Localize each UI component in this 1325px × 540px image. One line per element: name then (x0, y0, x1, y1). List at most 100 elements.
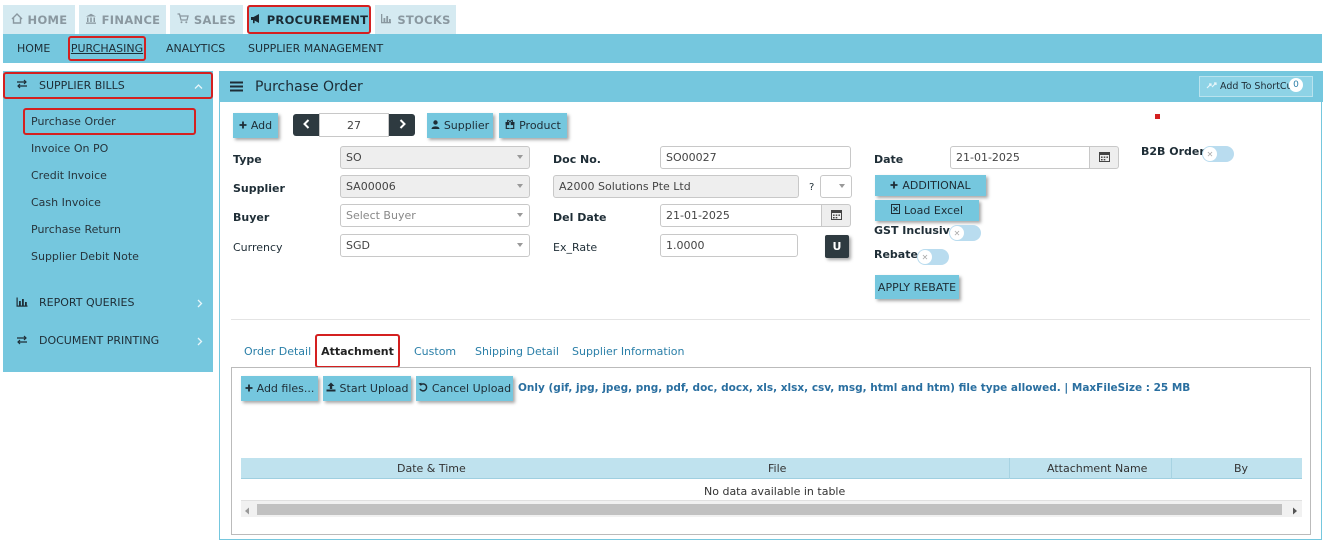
module-tab-label: PROCUREMENT (266, 12, 369, 27)
menu-icon[interactable] (230, 81, 243, 95)
panel-header: Purchase Order Add To ShortCut 0 (220, 71, 1323, 102)
attachment-panel: Add files... Start Upload Cancel Upload … (231, 367, 1311, 535)
subnav-home[interactable]: HOME (17, 34, 50, 63)
tab-attachment[interactable]: Attachment (315, 334, 400, 368)
sidebar-section-document-printing[interactable]: DOCUMENT PRINTING (3, 327, 213, 354)
user-icon (431, 119, 440, 132)
main-panel: Purchase Order Add To ShortCut 0 Add 27 … (219, 71, 1323, 540)
column-header[interactable]: File (768, 462, 786, 475)
calendar-icon (1098, 151, 1110, 165)
supplier-option-select[interactable] (820, 175, 852, 198)
docno-input[interactable]: SO00027 (660, 146, 851, 169)
deldate-input[interactable]: 21-01-2025 (660, 204, 822, 227)
sidebar-section-supplier-bills[interactable]: SUPPLIER BILLS (3, 72, 213, 99)
update-rate-button[interactable]: U (825, 235, 849, 258)
close-icon: ✕ (950, 226, 964, 240)
scroll-right-icon[interactable] (1292, 505, 1298, 518)
sidebar: SUPPLIER BILLS Purchase Order Invoice On… (3, 71, 213, 372)
apply-rebate-button[interactable]: APPLY REBATE (875, 275, 959, 299)
chevron-right-icon (399, 118, 406, 132)
close-icon: ✕ (918, 250, 932, 264)
caret-down-icon (517, 243, 523, 247)
sidebar-item-label: Purchase Order (31, 115, 116, 128)
date-calendar-button[interactable] (1089, 146, 1119, 169)
currency-select[interactable]: SGD (340, 234, 530, 257)
horizontal-scrollbar[interactable] (241, 500, 1302, 517)
chevron-up-icon (194, 80, 203, 93)
supplier-button[interactable]: Supplier (427, 113, 493, 138)
load-excel-button-label: Load Excel (903, 204, 964, 217)
bar-chart-icon (16, 297, 28, 310)
product-button[interactable]: Product (499, 113, 567, 138)
column-header[interactable]: By (1234, 462, 1248, 475)
subnav-supplier-management[interactable]: SUPPLIER MANAGEMENT (248, 34, 383, 63)
page-title: Purchase Order (255, 79, 363, 95)
gift-icon (505, 119, 515, 132)
date-input[interactable]: 21-01-2025 (950, 146, 1090, 169)
add-files-label: Add files... (256, 382, 315, 395)
supplier-select[interactable]: SA00006 (340, 175, 530, 198)
rebate-toggle[interactable]: ✕ (917, 249, 949, 265)
plus-icon (890, 179, 898, 192)
cancel-upload-label: Cancel Upload (431, 382, 512, 395)
buyer-select[interactable]: Select Buyer (340, 204, 530, 227)
exchange-icon (16, 79, 28, 92)
shortcut-count-badge: 0 (1289, 78, 1303, 92)
module-tab-stocks[interactable]: STOCKS (375, 5, 456, 34)
sidebar-item-supplier-debit-note[interactable]: Supplier Debit Note (31, 250, 139, 263)
date-label: Date (874, 153, 904, 166)
gst-inclusive-toggle[interactable]: ✕ (949, 225, 981, 241)
currency-label: Currency (233, 241, 283, 254)
column-header[interactable]: Attachment Name (1047, 462, 1147, 475)
sidebar-item-cash-invoice[interactable]: Cash Invoice (31, 196, 101, 209)
tab-order-detail[interactable]: Order Detail (244, 345, 311, 358)
excel-file-icon (890, 204, 900, 217)
rebate-label: Rebate (874, 248, 918, 261)
module-tab-procurement[interactable]: PROCUREMENT (247, 5, 371, 34)
module-tab-sales[interactable]: SALES (170, 5, 243, 34)
tab-custom[interactable]: Custom (414, 345, 456, 358)
prev-record-button[interactable] (293, 114, 319, 136)
add-files-button[interactable]: Add files... (241, 376, 318, 401)
add-button[interactable]: Add (233, 113, 278, 138)
sidebar-item-purchase-return[interactable]: Purchase Return (31, 223, 121, 236)
module-tab-finance[interactable]: FINANCE (79, 5, 166, 34)
module-tab-home[interactable]: HOME (3, 5, 75, 34)
caret-down-icon (517, 184, 523, 188)
exrate-input[interactable]: 1.0000 (660, 234, 798, 257)
scrollbar-thumb[interactable] (257, 504, 1282, 515)
caret-down-icon (517, 213, 523, 217)
record-number-input[interactable]: 27 (319, 113, 389, 137)
link-icon (1206, 81, 1218, 93)
sidebar-section-report-queries[interactable]: REPORT QUERIES (3, 289, 213, 316)
type-select[interactable]: SO (340, 146, 530, 169)
buyer-label: Buyer (233, 211, 270, 224)
shortcut-label: Add To ShortCut (1220, 81, 1297, 92)
currency-value: SGD (346, 239, 370, 252)
load-excel-button[interactable]: Load Excel (875, 200, 979, 221)
scroll-left-icon[interactable] (244, 505, 250, 518)
sidebar-item-credit-invoice[interactable]: Credit Invoice (31, 169, 107, 182)
b2b-order-toggle[interactable]: ✕ (1202, 146, 1234, 162)
subnav-analytics[interactable]: ANALYTICS (166, 34, 225, 63)
type-label: Type (233, 153, 262, 166)
deldate-label: Del Date (553, 211, 607, 224)
module-tab-label: SALES (193, 12, 237, 27)
home-icon (11, 12, 23, 27)
sidebar-item-invoice-on-po[interactable]: Invoice On PO (31, 142, 108, 155)
tab-shipping-detail[interactable]: Shipping Detail (475, 345, 559, 358)
column-divider (1009, 458, 1010, 479)
tab-supplier-information[interactable]: Supplier Information (572, 345, 685, 358)
start-upload-button[interactable]: Start Upload (323, 376, 411, 401)
megaphone-icon (250, 13, 262, 27)
supplier-name-input: A2000 Solutions Pte Ltd (553, 175, 799, 198)
sidebar-item-purchase-order[interactable]: Purchase Order (23, 108, 196, 135)
caret-down-icon (517, 155, 523, 159)
deldate-calendar-button[interactable] (821, 204, 851, 227)
next-record-button[interactable] (389, 114, 415, 136)
column-header[interactable]: Date & Time (397, 462, 466, 475)
cancel-upload-button[interactable]: Cancel Upload (416, 376, 513, 401)
section-divider (231, 319, 1310, 320)
additional-button[interactable]: ADDITIONAL (875, 175, 986, 196)
subnav-purchasing[interactable]: PURCHASING (68, 36, 146, 61)
